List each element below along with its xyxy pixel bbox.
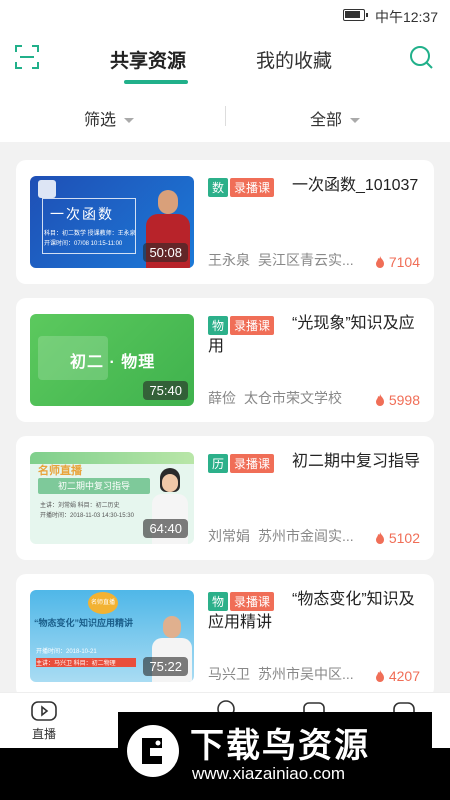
resource-card[interactable]: 名师直播 “物态变化”知识应用精讲 开播时间：2018-10-21 主讲：马兴卫… — [16, 574, 434, 698]
active-tab-indicator — [124, 80, 188, 84]
resource-title[interactable]: 一次函数_101037 — [208, 174, 422, 197]
category-label: 全部 — [310, 112, 343, 129]
flame-icon — [375, 256, 384, 268]
category-dropdown[interactable]: 全部 — [310, 106, 361, 130]
thumbnail-title: “物态变化”知识应用精讲 — [34, 618, 134, 628]
view-count-value: 7104 — [388, 254, 420, 270]
watermark-url: www.xiazainiao.com — [192, 764, 346, 783]
resource-card[interactable]: 初二 · 物理 75:40 物录播课 “光现象”知识及应用 薛俭 太仓市荣文学校 … — [16, 298, 434, 422]
flame-icon — [375, 394, 384, 406]
flame-icon — [375, 532, 384, 544]
chevron-down-icon — [124, 118, 135, 124]
thumbnail-badge: 名师直播 — [88, 592, 118, 614]
school-name: 苏州市金阊实... — [258, 528, 354, 544]
video-duration: 75:22 — [143, 657, 188, 676]
thumbnail-subtitle: 开播时间：2018-11-03 14:30-15:30 — [40, 513, 134, 519]
logo-icon — [38, 180, 56, 198]
teacher-name: 马兴卫 — [208, 666, 250, 682]
view-count: 5102 — [375, 530, 420, 546]
video-thumbnail[interactable]: 名师直播 “物态变化”知识应用精讲 开播时间：2018-10-21 主讲：马兴卫… — [30, 590, 194, 682]
filter-label: 筛选 — [84, 112, 117, 129]
thumbnail-subtitle: 主讲：刘常娟 科目：初二历史 — [40, 503, 120, 509]
search-icon[interactable] — [408, 44, 434, 70]
resource-title[interactable]: “物态变化”知识及应用精讲 — [208, 588, 422, 634]
resource-title[interactable]: “光现象”知识及应用 — [208, 312, 422, 358]
thumbnail-subtitle: 主讲：马兴卫 科目：初二物理 — [36, 658, 136, 667]
scan-icon[interactable] — [14, 44, 40, 70]
flame-icon — [375, 670, 384, 682]
status-time: 中午12:37 — [374, 9, 438, 25]
school-name: 苏州市吴中区... — [258, 666, 354, 682]
tab-shared-resources[interactable]: 共享资源 — [110, 46, 186, 73]
nav-item-live[interactable]: 直播 — [14, 699, 74, 742]
thumbnail-subtitle: 开课时间：07/08 10:15-11:00 — [44, 241, 123, 247]
bird-logo-icon — [127, 725, 179, 777]
watermark-title: 下载鸟资源 — [190, 727, 370, 765]
view-count-value: 5998 — [388, 392, 420, 408]
battery-icon — [343, 9, 368, 21]
thumbnail-subtitle: 开播时间：2018-10-21 — [36, 649, 97, 655]
view-count: 5998 — [375, 392, 420, 408]
top-header: 共享资源 我的收藏 — [0, 32, 450, 90]
watermark-overlay: 下载鸟资源 www.xiazainiao.com — [118, 712, 432, 790]
school-name: 太仓市荣文学校 — [244, 390, 342, 406]
school-name: 吴江区青云实... — [258, 252, 354, 268]
thumbnail-brand: 名师直播 — [38, 465, 82, 477]
resource-title[interactable]: 初二期中复习指导 — [208, 450, 422, 473]
resource-title-text: 初二期中复习指导 — [292, 453, 421, 470]
filter-dropdown[interactable]: 筛选 — [84, 106, 135, 130]
video-thumbnail[interactable]: 初二 · 物理 75:40 — [30, 314, 194, 406]
resource-title-text: 一次函数_101037 — [292, 177, 419, 194]
resource-title-text: “物态变化”知识及应用精讲 — [208, 591, 415, 631]
video-duration: 75:40 — [143, 381, 188, 400]
resource-card[interactable]: 名师直播 初二期中复习指导 主讲：刘常娟 科目：初二历史 开播时间：2018-1… — [16, 436, 434, 560]
thumbnail-title: 初二 · 物理 — [70, 354, 156, 371]
view-count-value: 4207 — [388, 668, 420, 684]
video-duration: 64:40 — [143, 519, 188, 538]
view-count: 4207 — [375, 668, 420, 684]
tab-my-favorites[interactable]: 我的收藏 — [256, 46, 332, 73]
thumbnail-subtitle: 科目：初二数学 授课教师：王永泉 — [44, 231, 136, 237]
video-thumbnail[interactable]: 一次函数 科目：初二数学 授课教师：王永泉 开课时间：07/08 10:15-1… — [30, 176, 194, 268]
teacher-name: 薛俭 — [208, 390, 236, 406]
view-count: 7104 — [375, 254, 420, 270]
video-camera-icon — [31, 701, 57, 721]
nav-item-label: 直播 — [31, 727, 56, 741]
divider — [225, 106, 226, 126]
resource-card[interactable]: 一次函数 科目：初二数学 授课教师：王永泉 开课时间：07/08 10:15-1… — [16, 160, 434, 284]
thumbnail-title: 一次函数 — [50, 206, 114, 222]
video-thumbnail[interactable]: 名师直播 初二期中复习指导 主讲：刘常娟 科目：初二历史 开播时间：2018-1… — [30, 452, 194, 544]
view-count-value: 5102 — [388, 530, 420, 546]
teacher-name: 王永泉 — [208, 252, 250, 268]
thumbnail-title: 初二期中复习指导 — [38, 478, 150, 494]
filter-bar: 筛选 全部 — [0, 90, 450, 142]
resource-title-text: “光现象”知识及应用 — [208, 315, 415, 355]
status-bar: 中午12:37 — [0, 0, 450, 32]
teacher-name: 刘常娟 — [208, 528, 250, 544]
video-duration: 50:08 — [143, 243, 188, 262]
chevron-down-icon — [350, 118, 361, 124]
